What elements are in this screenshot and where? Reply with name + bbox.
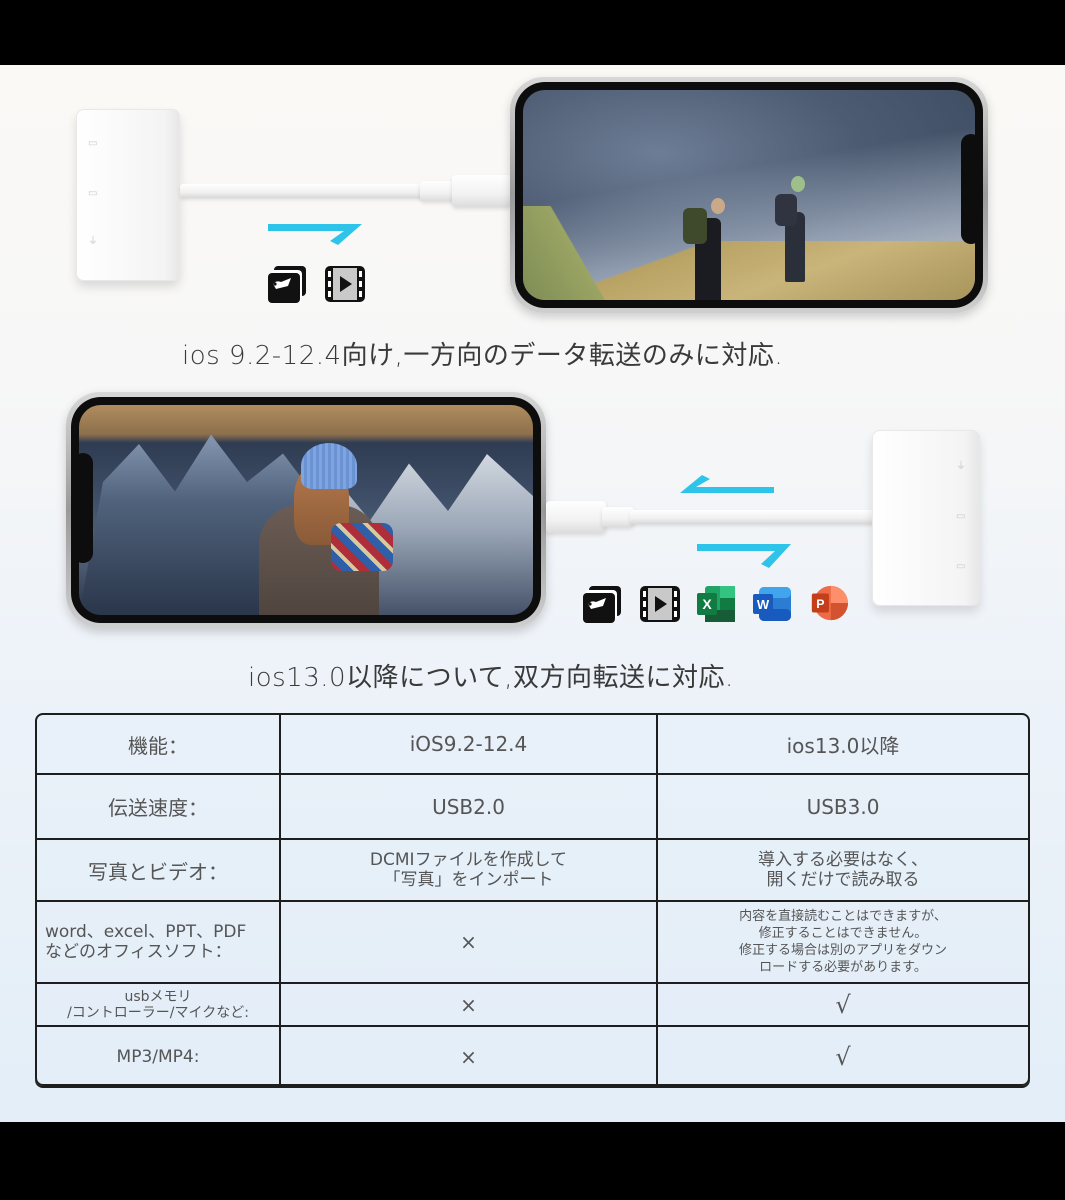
powerpoint-icon: P [811,585,848,621]
phone-screen-hikers [523,90,975,300]
ios13-cell: 内容を直接読むことはできますが、 修正することはできません。 修正する場合は別の… [738,909,947,975]
ios9-cell: USB2.0 [281,775,658,838]
arrow-left-icon [680,475,774,493]
caption-ios13: ios13.0以降について,双方向転送に対応. [248,663,734,693]
svg-text:X: X [702,596,712,612]
cable-top [180,184,430,198]
comparison-table: 機能： iOS9.2-12.4 ios13.0以降 伝送速度： USB2.0 U… [35,713,1030,1086]
letterbox-bottom [0,1122,1065,1200]
video-icon [325,266,365,302]
ios9-cell: × [281,902,658,982]
table-row: 写真とビデオ： DCMIファイルを作成して 「写真」をインポート 導入する必要はな… [37,840,1028,902]
svg-text:W: W [757,597,770,612]
letterbox-top [0,0,1065,65]
usb-port-icon: ⏚ [956,461,966,472]
lightning-plug-bottom [546,501,606,533]
usb-port-icon: ⏚ [88,236,98,247]
table-row: usbメモリ/コントローラー/マイクなど: × √ [37,984,1028,1027]
feature-cell: 写真とビデオ： [37,840,281,900]
svg-text:P: P [816,597,824,611]
arrow-right-icon [268,224,362,245]
word-icon: W [753,587,791,621]
table-row: word、excel、PPT、PDF などのオフィスソフト： × 内容を直接読むこ… [37,902,1028,984]
arrow-right-icon [697,544,791,568]
feature-cell: word、excel、PPT、PDF などのオフィスソフト： [37,902,281,982]
phone-top [510,77,988,313]
tf-card-port-icon: ▭ [956,561,966,572]
phone-notch [961,134,981,244]
table-row: 伝送速度： USB2.0 USB3.0 [37,775,1028,840]
lightning-plug-top [452,175,512,207]
header-feature: 機能： [37,715,281,773]
ios13-cell: √ [835,990,851,1019]
adapter-bottom: ⏚ ▭ ▭ [872,430,980,606]
feature-cell: usbメモリ/コントローラー/マイクなど: [37,984,281,1025]
ios9-cell: × [281,1027,658,1084]
table-header-row: 機能： iOS9.2-12.4 ios13.0以降 [37,715,1028,775]
excel-icon: X [697,586,735,622]
tf-card-port-icon: ▭ [88,188,98,199]
cable-bottom [630,510,878,524]
ios13-cell: 導入する必要はなく、 開くだけで読み取る [758,850,928,890]
phone-notch [73,453,93,563]
sd-card-port-icon: ▭ [88,138,98,149]
video-icon [640,586,680,622]
ios13-cell: USB3.0 [806,794,880,819]
phone-bottom [66,392,546,628]
header-ios9: iOS9.2-12.4 [281,715,658,773]
photos-icon [268,266,306,303]
sd-card-port-icon: ▭ [956,511,966,522]
feature-cell: MP3/MP4: [37,1027,281,1084]
connector-top-small [420,181,456,201]
ios13-cell: √ [835,1042,851,1071]
ios9-cell: × [281,984,658,1025]
table-row: MP3/MP4: × √ [37,1027,1028,1084]
adapter-top: ▭ ▭ ⏚ [76,109,180,281]
ios9-cell: DCMIファイルを作成して 「写真」をインポート [281,840,658,900]
feature-cell: 伝送速度： [37,775,281,838]
phone-screen-woman [79,405,533,615]
caption-ios9: ios 9.2-12.4向け,一方向のデータ転送のみに対応. [182,341,784,371]
photos-icon [583,586,621,623]
product-image: ▭ ▭ ⏚ ios 9.2-12.4向け,一方向のデータ転送のみに対応. ⏚ ▭… [0,65,1065,1122]
header-ios13: ios13.0以降 [786,733,900,758]
